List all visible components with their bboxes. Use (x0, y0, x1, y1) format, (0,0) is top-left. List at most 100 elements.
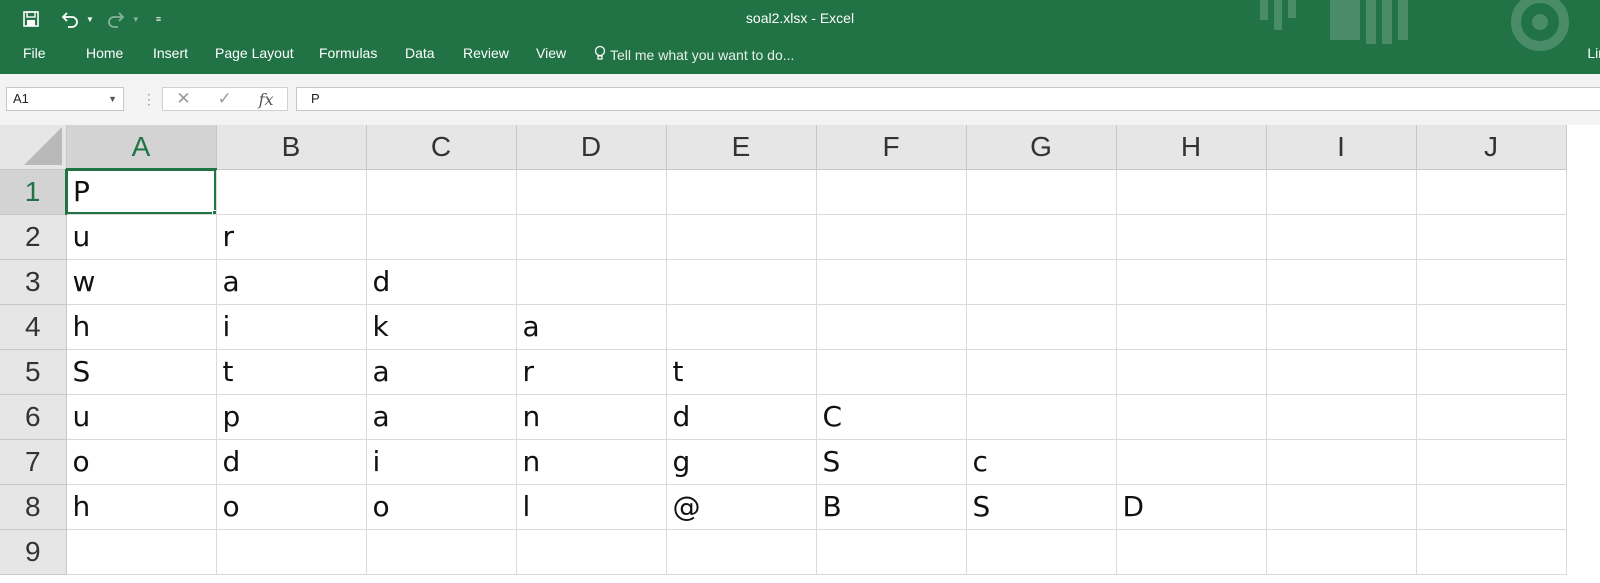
cell-c3[interactable]: d (366, 259, 517, 305)
tab-file[interactable]: File (23, 45, 46, 61)
tab-home[interactable]: Home (86, 45, 123, 61)
tab-page-layout[interactable]: Page Layout (215, 45, 294, 61)
column-header-b[interactable]: B (216, 125, 367, 170)
cell-c9[interactable] (366, 529, 517, 575)
cell-g9[interactable] (966, 529, 1117, 575)
cell-c1[interactable] (366, 169, 517, 215)
column-header-j[interactable]: J (1416, 125, 1567, 170)
column-header-g[interactable]: G (966, 125, 1117, 170)
cell-d3[interactable] (516, 259, 667, 305)
cell-e3[interactable] (666, 259, 817, 305)
cell-h8[interactable]: D (1116, 484, 1267, 530)
cell-h6[interactable] (1116, 394, 1267, 440)
cell-b1[interactable] (216, 169, 367, 215)
row-header-1[interactable]: 1 (0, 169, 67, 215)
cell-f1[interactable] (816, 169, 967, 215)
cell-j2[interactable] (1416, 214, 1567, 260)
cell-g4[interactable] (966, 304, 1117, 350)
cell-h3[interactable] (1116, 259, 1267, 305)
cell-a7[interactable]: o (66, 439, 217, 485)
cell-f2[interactable] (816, 214, 967, 260)
cell-j3[interactable] (1416, 259, 1567, 305)
cell-a4[interactable]: h (66, 304, 217, 350)
cell-j5[interactable] (1416, 349, 1567, 395)
cell-a8[interactable]: h (66, 484, 217, 530)
cell-b9[interactable] (216, 529, 367, 575)
cell-g5[interactable] (966, 349, 1117, 395)
cell-d7[interactable]: n (516, 439, 667, 485)
cell-h7[interactable] (1116, 439, 1267, 485)
row-header-5[interactable]: 5 (0, 349, 67, 395)
row-header-4[interactable]: 4 (0, 304, 67, 350)
cell-f5[interactable] (816, 349, 967, 395)
tab-insert[interactable]: Insert (153, 45, 188, 61)
select-all-button[interactable] (0, 125, 67, 170)
cell-g2[interactable] (966, 214, 1117, 260)
tab-formulas[interactable]: Formulas (319, 45, 377, 61)
cell-f9[interactable] (816, 529, 967, 575)
cell-j9[interactable] (1416, 529, 1567, 575)
cell-c8[interactable]: o (366, 484, 517, 530)
cell-i1[interactable] (1266, 169, 1417, 215)
cell-e1[interactable] (666, 169, 817, 215)
cell-g8[interactable]: S (966, 484, 1117, 530)
row-header-2[interactable]: 2 (0, 214, 67, 260)
cell-h9[interactable] (1116, 529, 1267, 575)
cell-f8[interactable]: B (816, 484, 967, 530)
cell-i2[interactable] (1266, 214, 1417, 260)
column-header-d[interactable]: D (516, 125, 667, 170)
cell-e6[interactable]: d (666, 394, 817, 440)
cell-b4[interactable]: i (216, 304, 367, 350)
cell-i6[interactable] (1266, 394, 1417, 440)
cell-j6[interactable] (1416, 394, 1567, 440)
cell-c5[interactable]: a (366, 349, 517, 395)
cell-g7[interactable]: c (966, 439, 1117, 485)
row-header-6[interactable]: 6 (0, 394, 67, 440)
cell-f7[interactable]: S (816, 439, 967, 485)
cell-b8[interactable]: o (216, 484, 367, 530)
insert-function-icon[interactable]: fx (259, 90, 274, 109)
cell-a3[interactable]: w (66, 259, 217, 305)
column-header-a[interactable]: A (66, 125, 217, 170)
user-name[interactable]: Lin (1587, 45, 1600, 61)
cell-d4[interactable]: a (516, 304, 667, 350)
cell-e9[interactable] (666, 529, 817, 575)
row-header-9[interactable]: 9 (0, 529, 67, 575)
cell-i8[interactable] (1266, 484, 1417, 530)
cell-a5[interactable]: S (66, 349, 217, 395)
row-header-3[interactable]: 3 (0, 259, 67, 305)
column-header-h[interactable]: H (1116, 125, 1267, 170)
grip-icon[interactable]: ⋮ (142, 91, 156, 108)
cell-d9[interactable] (516, 529, 667, 575)
row-header-8[interactable]: 8 (0, 484, 67, 530)
cell-j1[interactable] (1416, 169, 1567, 215)
cell-j8[interactable] (1416, 484, 1567, 530)
cell-b2[interactable]: r (216, 214, 367, 260)
cell-d6[interactable]: n (516, 394, 667, 440)
cell-b7[interactable]: d (216, 439, 367, 485)
chevron-down-icon[interactable]: ▼ (108, 88, 117, 110)
tab-view[interactable]: View (536, 45, 566, 61)
cell-i7[interactable] (1266, 439, 1417, 485)
cell-d5[interactable]: r (516, 349, 667, 395)
cell-g1[interactable] (966, 169, 1117, 215)
cancel-icon[interactable]: ✕ (176, 89, 190, 109)
tab-data[interactable]: Data (405, 45, 435, 61)
cell-e4[interactable] (666, 304, 817, 350)
cell-a6[interactable]: u (66, 394, 217, 440)
cell-i3[interactable] (1266, 259, 1417, 305)
cell-c2[interactable] (366, 214, 517, 260)
cell-d8[interactable]: l (516, 484, 667, 530)
cell-j7[interactable] (1416, 439, 1567, 485)
cell-c4[interactable]: k (366, 304, 517, 350)
cell-c6[interactable]: a (366, 394, 517, 440)
cell-a1[interactable]: P (66, 169, 217, 215)
formula-input[interactable]: P (296, 87, 1600, 111)
cell-g6[interactable] (966, 394, 1117, 440)
column-header-e[interactable]: E (666, 125, 817, 170)
cell-i5[interactable] (1266, 349, 1417, 395)
name-box[interactable]: A1 ▼ (6, 87, 124, 111)
cell-f3[interactable] (816, 259, 967, 305)
cell-h1[interactable] (1116, 169, 1267, 215)
cell-j4[interactable] (1416, 304, 1567, 350)
